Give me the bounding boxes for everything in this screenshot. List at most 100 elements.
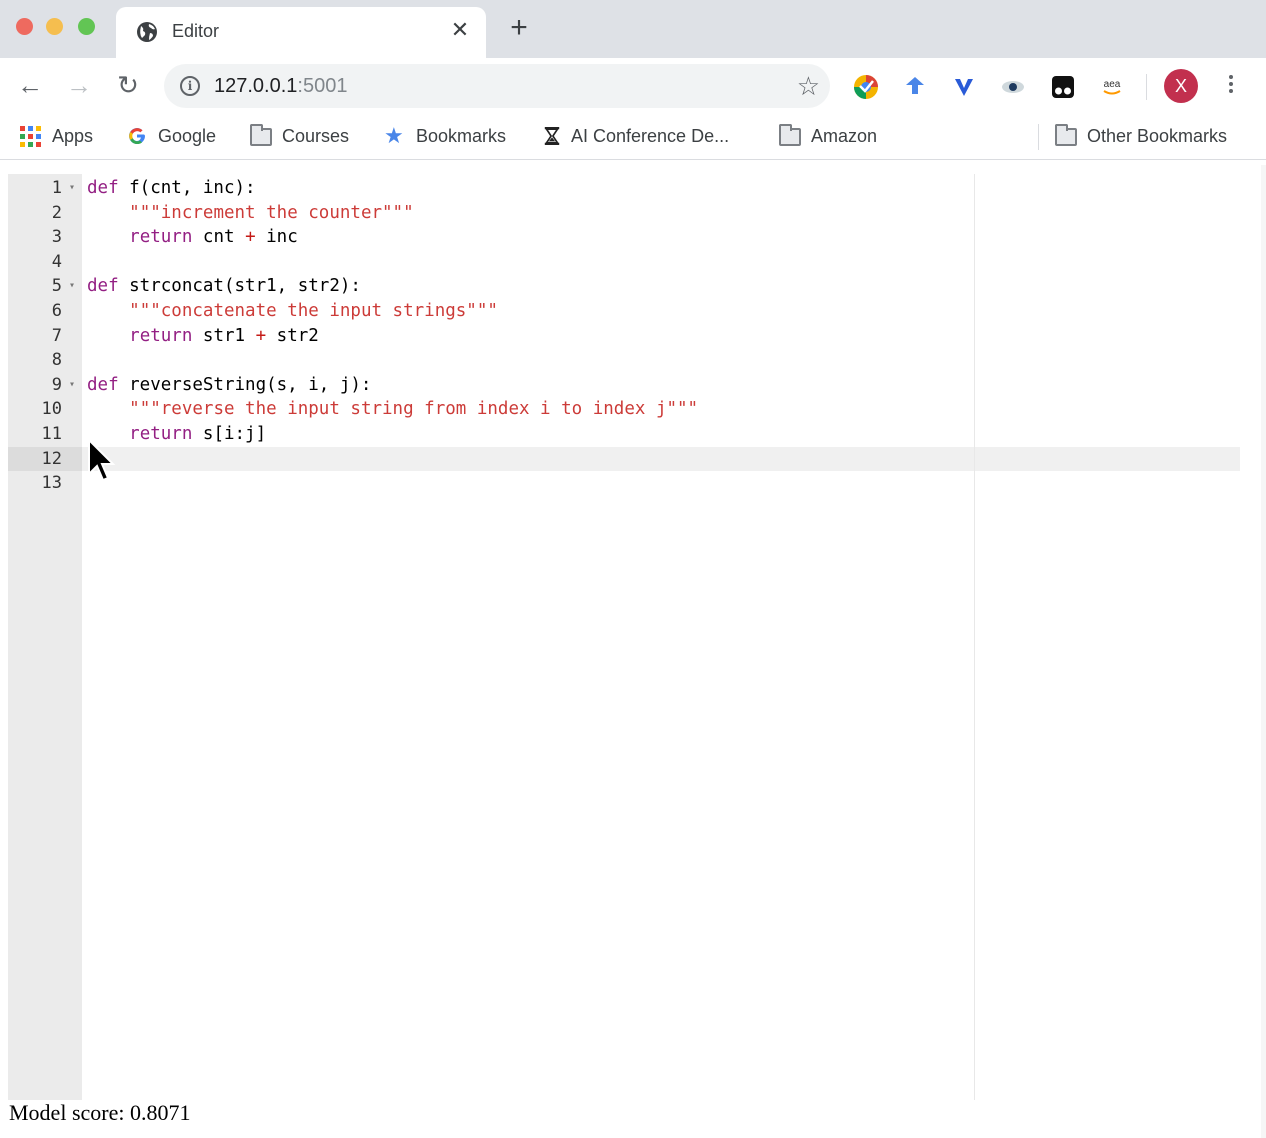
fold-toggle-icon[interactable]: ▾ xyxy=(66,373,78,398)
line-number: 12 xyxy=(41,448,62,469)
keyword-token: return xyxy=(129,227,193,248)
line-number: 9 xyxy=(51,374,62,395)
operator-token: + xyxy=(255,325,267,346)
extension-amazon-icon[interactable]: aea xyxy=(1099,74,1125,100)
folder-icon xyxy=(779,124,801,146)
fold-toggle-icon[interactable]: ▾ xyxy=(66,176,78,201)
code-line[interactable]: 3 return cnt + inc xyxy=(8,225,1240,250)
operator-token: + xyxy=(245,227,256,248)
bookmark-other-bookmarks[interactable]: Other Bookmarks xyxy=(1055,124,1227,148)
hourglass-icon xyxy=(544,127,560,145)
bookmark-google[interactable]: Google xyxy=(126,124,216,148)
tab-strip: Editor ✕ + xyxy=(0,0,1266,58)
info-icon[interactable]: i xyxy=(180,76,200,96)
line-number: 5 xyxy=(51,276,62,297)
text-token: str2 xyxy=(266,325,319,346)
code-line[interactable]: 12 xyxy=(8,447,1240,472)
profile-avatar[interactable]: X xyxy=(1164,69,1198,103)
code-line[interactable]: 4 xyxy=(8,250,1240,275)
tab-editor[interactable]: Editor ✕ xyxy=(116,7,486,58)
string-token: """concatenate the input strings""" xyxy=(129,300,498,321)
star-icon: ★ xyxy=(384,123,404,148)
url-host: 127.0.0.1 xyxy=(214,75,298,97)
keyword-token: def xyxy=(87,374,119,395)
bookmark-label: AI Conference De... xyxy=(571,125,730,146)
bookmark-label: Google xyxy=(158,125,217,146)
bookmark-amazon[interactable]: Amazon xyxy=(779,124,877,148)
bookmark-ai-conference[interactable]: AI Conference De... xyxy=(543,124,729,148)
line-number: 11 xyxy=(41,423,62,444)
code-text: return cnt + inc xyxy=(87,225,298,250)
bookmark-label: Courses xyxy=(282,125,350,146)
line-number: 2 xyxy=(51,202,62,223)
forward-button[interactable]: → xyxy=(63,70,95,102)
line-number: 4 xyxy=(51,251,62,272)
code-text: """reverse the input string from index i… xyxy=(87,397,698,422)
line-number: 10 xyxy=(41,399,62,420)
code-line[interactable]: 8 xyxy=(8,348,1240,373)
code-line[interactable]: 9 ▾ def reverseString(s, i, j): xyxy=(8,373,1240,398)
text-token: f(cnt, inc): xyxy=(118,178,256,198)
bookmark-bookmarks[interactable]: ★ Bookmarks xyxy=(384,124,506,148)
text-token: strconcat(str1, str2): xyxy=(118,276,361,297)
address-bar[interactable]: i 127.0.0.1:5001 ☆ xyxy=(164,64,830,108)
line-number: 6 xyxy=(51,300,62,321)
code-line[interactable]: 2 """increment the counter""" xyxy=(8,201,1240,226)
keyword-token: return xyxy=(129,423,193,444)
close-tab-icon[interactable]: ✕ xyxy=(448,17,472,43)
window-minimize-button[interactable] xyxy=(46,18,63,35)
line-number: 3 xyxy=(51,227,62,248)
line-number: 8 xyxy=(51,350,62,371)
browser-toolbar: ← → ↻ i 127.0.0.1:5001 ☆ aea X xyxy=(0,58,1266,114)
bookmark-apps[interactable]: Apps xyxy=(20,124,93,148)
bookmarks-divider xyxy=(1038,124,1039,150)
code-editor[interactable]: 1 ▾ def f(cnt, inc): 2 """increment the cou… xyxy=(8,174,1240,1100)
keyword-token: def xyxy=(87,178,119,198)
code-lines[interactable]: 1 ▾ def f(cnt, inc): 2 """increment the cou… xyxy=(8,176,1240,496)
fold-toggle-icon[interactable]: ▾ xyxy=(66,274,78,299)
tab-title: Editor xyxy=(172,21,220,41)
code-text: def reverseString(s, i, j): xyxy=(87,373,371,398)
code-line[interactable]: 1 ▾ def f(cnt, inc): xyxy=(8,176,1240,201)
code-line[interactable]: 10 """reverse the input string from inde… xyxy=(8,397,1240,422)
apps-grid-icon xyxy=(20,126,42,147)
bookmark-courses[interactable]: Courses xyxy=(250,124,349,148)
code-text: """concatenate the input strings""" xyxy=(87,299,498,324)
bookmark-star-icon[interactable]: ☆ xyxy=(797,72,820,100)
model-score: Model score: 0.8071 xyxy=(9,1100,191,1125)
reload-button[interactable]: ↻ xyxy=(112,70,144,102)
browser-menu-icon[interactable] xyxy=(1222,72,1240,100)
string-token: """reverse the input string from index i… xyxy=(129,399,699,420)
extension-eye-icon[interactable] xyxy=(1000,74,1026,100)
url-text[interactable]: 127.0.0.1:5001 xyxy=(214,75,347,98)
new-tab-button[interactable]: + xyxy=(504,13,534,44)
text-token: str1 xyxy=(192,325,256,346)
extension-v-icon[interactable] xyxy=(951,74,977,100)
text-token: inc xyxy=(255,227,298,248)
svg-text:aea: aea xyxy=(1104,79,1121,90)
code-line[interactable]: 13 xyxy=(8,471,1240,496)
code-line[interactable]: 5 ▾ def strconcat(str1, str2): xyxy=(8,274,1240,299)
code-line[interactable]: 6 """concatenate the input strings""" xyxy=(8,299,1240,324)
code-text: def strconcat(str1, str2): xyxy=(87,274,361,299)
string-token: """increment the counter""" xyxy=(129,202,414,223)
extension-blue-arrow-icon[interactable] xyxy=(902,74,928,100)
back-button[interactable]: ← xyxy=(14,70,46,102)
folder-icon xyxy=(1055,124,1077,146)
page-scrollbar[interactable] xyxy=(1261,165,1266,1138)
extension-glasses-icon[interactable] xyxy=(1050,74,1076,100)
keyword-token: def xyxy=(87,276,119,297)
code-line[interactable]: 11 return s[i:j] xyxy=(8,422,1240,447)
window-close-button[interactable] xyxy=(16,18,33,35)
chrome-extension-color-icon[interactable] xyxy=(853,74,879,100)
code-line[interactable]: 7 return str1 + str2 xyxy=(8,324,1240,349)
bookmark-label: Apps xyxy=(52,125,94,146)
text-token: reverseString(s, i, j): xyxy=(118,374,372,395)
bookmark-label: Other Bookmarks xyxy=(1087,125,1228,146)
window-zoom-button[interactable] xyxy=(78,18,95,35)
line-number: 1 xyxy=(51,178,62,198)
mouse-pointer-icon xyxy=(88,438,116,482)
